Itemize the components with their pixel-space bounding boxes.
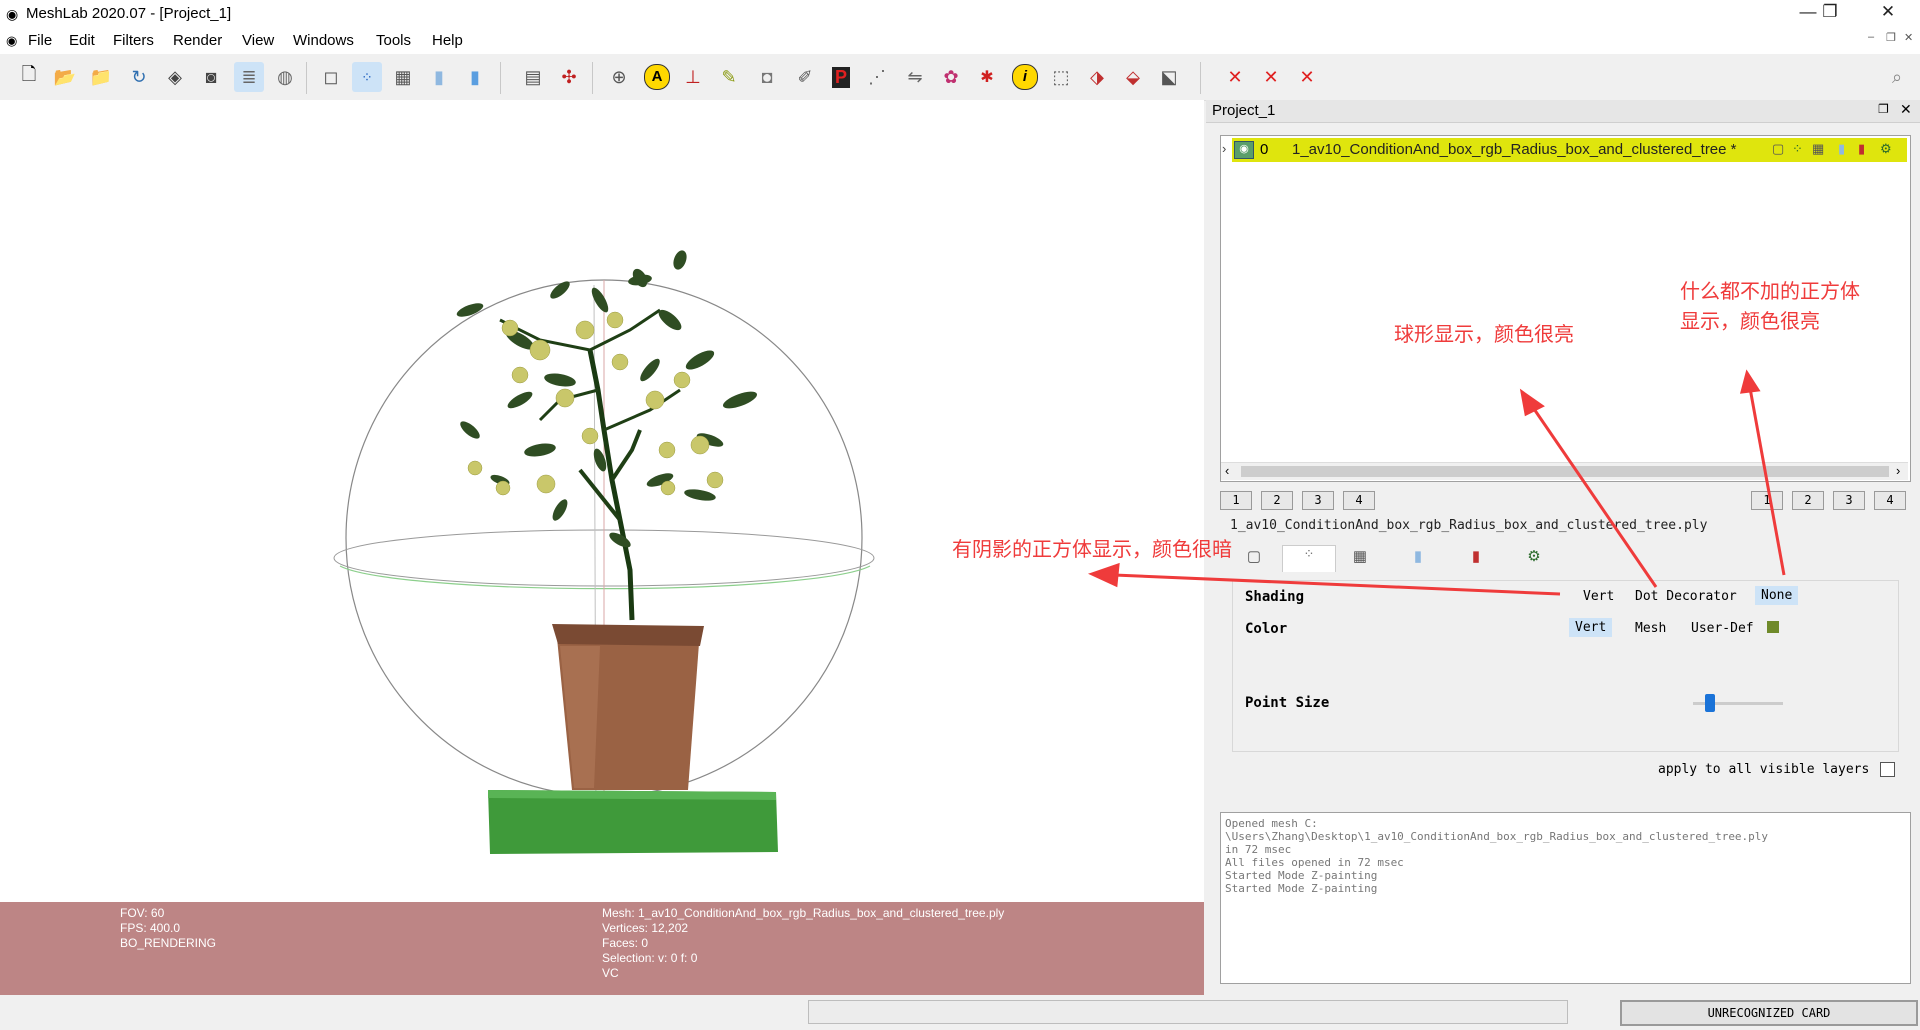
arrow-head-left bbox=[1087, 562, 1120, 588]
annotation-shadow-cube: 有阴影的正方体显示，颜色很暗 bbox=[952, 537, 1232, 561]
annotation-sphere: 球形显示，颜色很亮 bbox=[1394, 322, 1574, 346]
arrow-head-plain-cube bbox=[1739, 369, 1761, 394]
annotation-plain-cube-2: 显示，颜色很亮 bbox=[1680, 309, 1820, 333]
arrow-head-sphere bbox=[1519, 388, 1545, 417]
annotation-plain-cube-1: 什么都不加的正方体 bbox=[1680, 279, 1860, 303]
annotation-arrows bbox=[1087, 369, 1786, 596]
